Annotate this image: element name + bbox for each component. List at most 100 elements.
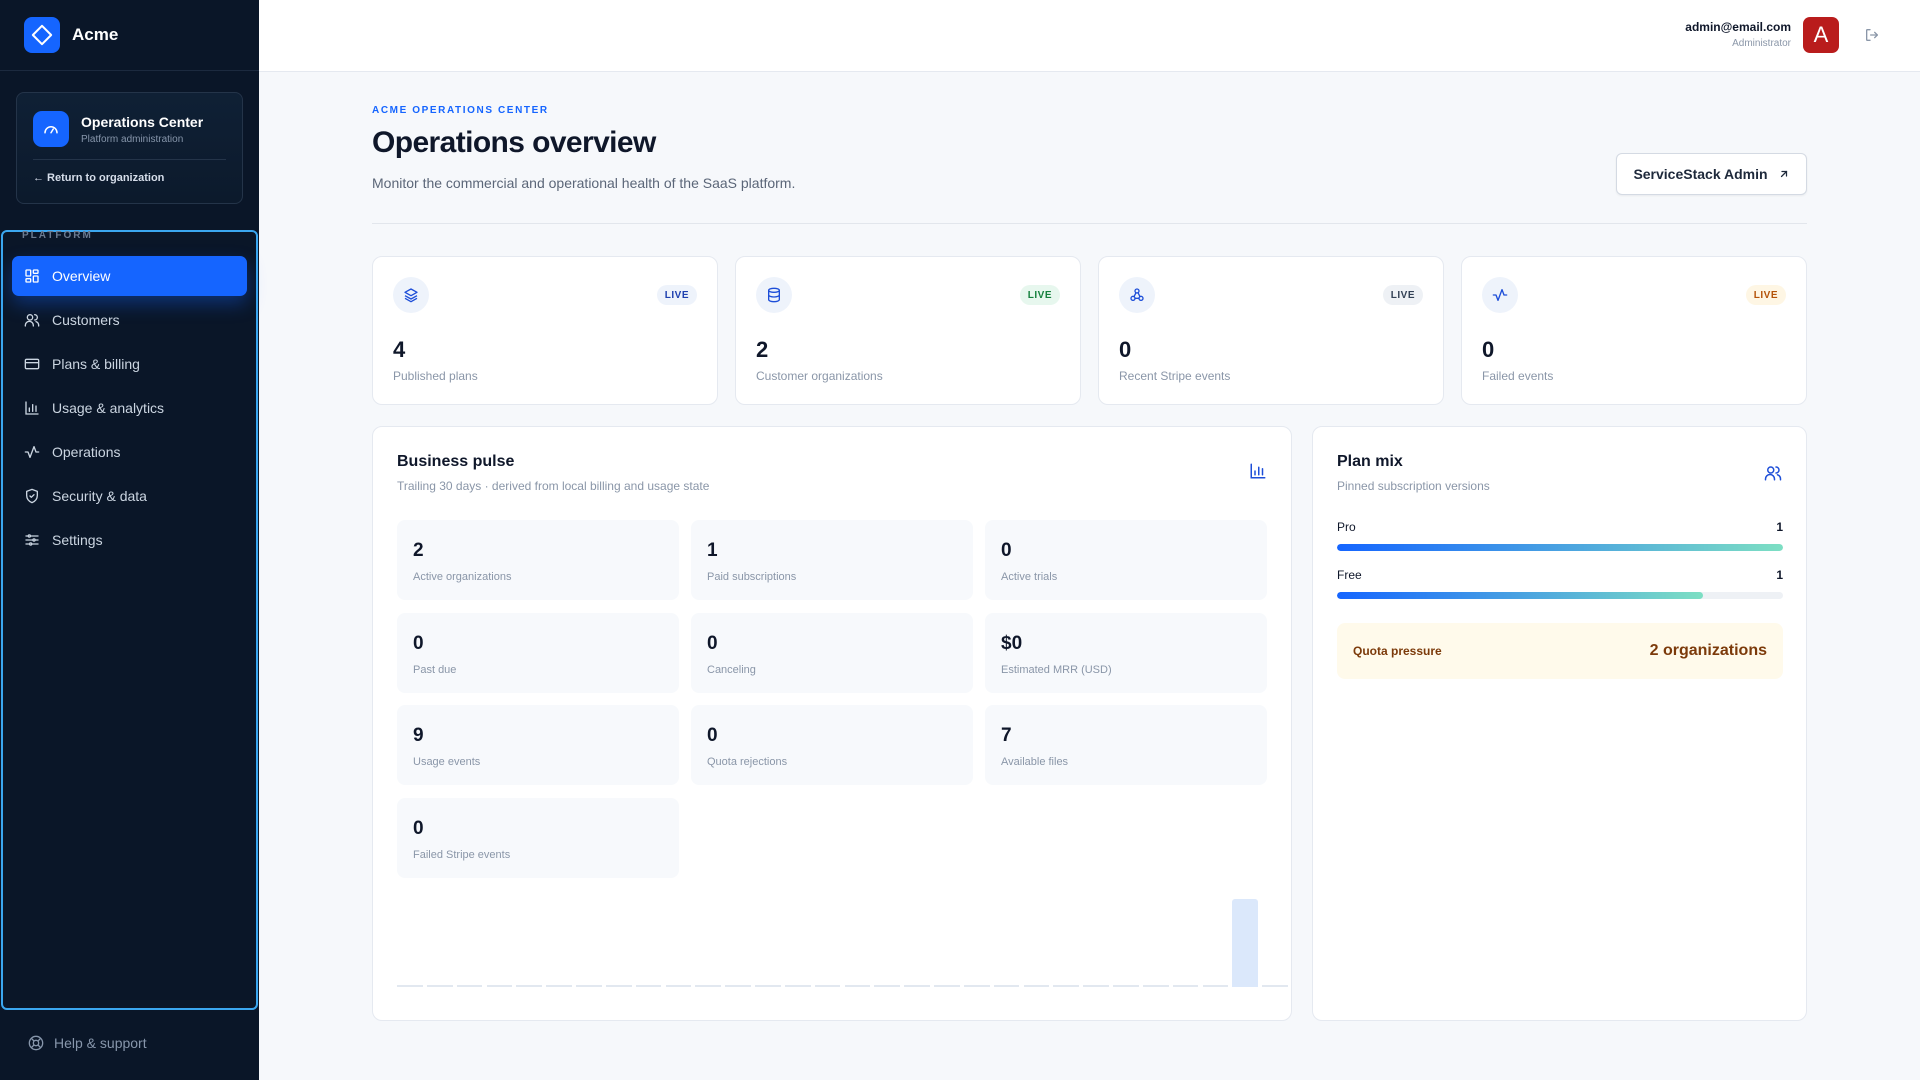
plan-progress-fill — [1337, 544, 1783, 551]
metric-tile: 0 Quota rejections — [691, 705, 973, 785]
metric-tile: 2 Active organizations — [397, 520, 679, 600]
chart-bar — [1202, 985, 1229, 987]
page-eyebrow: ACME OPERATIONS CENTER — [372, 105, 549, 116]
quota-pressure-banner: Quota pressure 2 organizations — [1337, 623, 1783, 679]
sidebar-item-plans-billing[interactable]: Plans & billing — [12, 344, 247, 384]
stat-label: Recent Stripe events — [1119, 369, 1231, 383]
users-icon — [24, 314, 40, 327]
chart-bar — [456, 985, 483, 987]
chart-bar — [695, 985, 722, 987]
metric-value: 0 — [707, 725, 718, 746]
grid-icon — [25, 269, 39, 283]
plan-progress-track — [1337, 592, 1783, 599]
sidebar-item-customers[interactable]: Customers — [12, 300, 247, 340]
sidebar-item-label: Overview — [52, 268, 111, 284]
chart-bar — [1262, 985, 1288, 987]
top-bar: admin@email.com Administrator A — [259, 0, 1920, 72]
ops-card-subtitle: Platform administration — [81, 133, 184, 145]
chart-bar — [1113, 985, 1139, 987]
chart-bar — [1172, 985, 1199, 987]
brand-name: Acme — [72, 25, 119, 44]
status-badge: LIVE — [1382, 285, 1423, 305]
users-icon[interactable] — [1764, 464, 1782, 487]
plan-count: 1 — [1776, 568, 1783, 582]
chart-bar — [934, 985, 960, 987]
metric-label: Usage events — [413, 756, 481, 768]
help-support-link[interactable]: Help & support — [28, 1035, 147, 1051]
sidebar-item-label: Usage & analytics — [52, 400, 165, 416]
admin-button-label: ServiceStack Admin — [1633, 166, 1768, 182]
chart-bar — [1023, 985, 1050, 987]
sidebar-item-label: Security & data — [52, 488, 147, 504]
page-title: Operations overview — [372, 126, 656, 159]
metric-label: Failed Stripe events — [413, 849, 511, 861]
chart-bar — [1142, 985, 1169, 987]
metric-value: 7 — [1001, 725, 1012, 746]
shield-icon — [26, 488, 38, 504]
panel-subtitle: Pinned subscription versions — [1337, 479, 1490, 493]
return-to-organization-link[interactable]: ← Return to organization — [33, 172, 226, 184]
chart-bar — [814, 985, 841, 987]
sidebar-item-operations[interactable]: Operations — [12, 432, 247, 472]
activity-icon — [1482, 277, 1518, 313]
avatar[interactable]: A — [1803, 17, 1839, 53]
business-pulse-panel: Business pulse Trailing 30 days · derive… — [372, 426, 1292, 1021]
stat-value: 0 — [1119, 337, 1132, 362]
ops-card-title: Operations Center — [81, 113, 204, 130]
metric-value: 2 — [413, 540, 424, 561]
metric-label: Quota rejections — [707, 756, 788, 768]
chart-bar — [397, 985, 423, 987]
stat-label: Failed events — [1482, 369, 1554, 383]
chart-bar — [1083, 985, 1109, 987]
logout-icon — [1866, 29, 1878, 41]
divider — [33, 159, 226, 160]
chart-bar — [605, 985, 632, 987]
sidebar-item-security-data[interactable]: Security & data — [12, 476, 247, 516]
external-link-icon — [1780, 170, 1787, 178]
metric-tile: $0 Estimated MRR (USD) — [985, 613, 1267, 693]
operations-center-card: Operations Center Platform administratio… — [16, 92, 243, 204]
sidebar-item-settings[interactable]: Settings — [12, 520, 247, 560]
user-email: admin@email.com — [1685, 20, 1791, 34]
metric-label: Active trials — [1001, 571, 1058, 583]
chart-bar — [1053, 985, 1080, 987]
page-description: Monitor the commercial and operational h… — [372, 175, 796, 191]
chart-bar — [486, 985, 513, 987]
stat-label: Customer organizations — [756, 369, 883, 383]
plan-progress-fill — [1337, 592, 1703, 599]
quota-label: Quota pressure — [1353, 644, 1442, 658]
panel-subtitle: Trailing 30 days · derived from local bi… — [397, 479, 710, 493]
metric-value: 0 — [1001, 540, 1012, 561]
metric-label: Past due — [413, 664, 457, 676]
chart-bar — [784, 985, 811, 987]
metric-value: 0 — [707, 633, 718, 654]
metric-tile: 0 Failed Stripe events — [397, 798, 679, 878]
stat-card-published-plans: LIVE 4 Published plans — [372, 256, 718, 405]
header-divider — [372, 223, 1807, 224]
activity-icon — [24, 446, 40, 458]
metric-value: 1 — [707, 540, 718, 561]
chart-bar — [546, 985, 572, 987]
sidebar-item-usage-analytics[interactable]: Usage & analytics — [12, 388, 247, 428]
help-support-label: Help & support — [54, 1035, 147, 1051]
plan-name: Free — [1337, 568, 1362, 582]
chart-bar — [665, 985, 692, 987]
bar-chart-icon[interactable] — [1249, 462, 1267, 485]
metric-tile: 0 Active trials — [985, 520, 1267, 600]
servicestack-admin-button[interactable]: ServiceStack Admin — [1616, 153, 1807, 195]
stat-card-failed-events: LIVE 0 Failed events — [1461, 256, 1807, 405]
chart-bar — [516, 985, 543, 987]
gauge-icon — [33, 111, 69, 147]
user-role: Administrator — [1732, 38, 1791, 49]
panel-title: Plan mix — [1337, 453, 1403, 470]
quota-value: 2 organizations — [1649, 642, 1767, 659]
sidebar-item-overview[interactable]: Overview — [12, 256, 247, 296]
metric-label: Active organizations — [413, 571, 512, 583]
chart-bar — [904, 985, 930, 987]
webhook-icon — [1119, 277, 1155, 313]
chart-bar — [844, 985, 871, 987]
logout-button[interactable] — [1864, 27, 1880, 48]
brand[interactable]: Acme — [0, 0, 259, 71]
plan-row-free: Free 1 — [1337, 568, 1783, 599]
stat-value: 2 — [756, 337, 769, 362]
